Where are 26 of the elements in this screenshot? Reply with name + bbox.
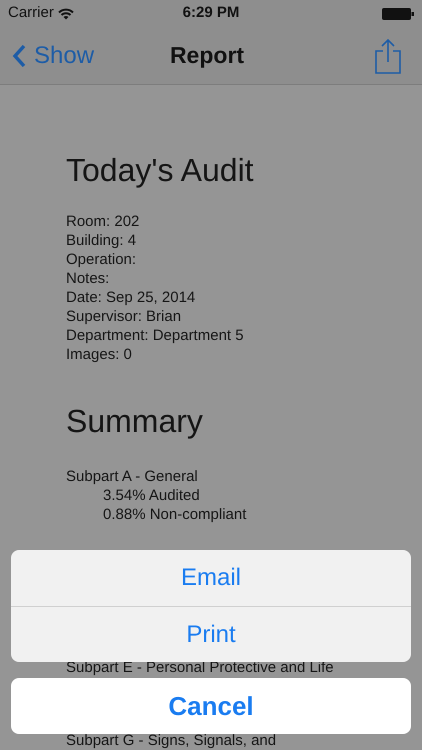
report-field: Notes: (66, 269, 406, 288)
wifi-icon (58, 8, 74, 20)
subpart-title: Subpart G - Signs, Signals, and (66, 733, 278, 749)
battery-icon (382, 8, 414, 20)
clock-time: 6:29 PM (182, 3, 240, 24)
screen-title: Report (170, 41, 244, 70)
subpart-stat: 3.54% Audited (102, 486, 201, 505)
subpart-stat: 0.88% Non-compliant (102, 505, 248, 524)
cancel-button[interactable]: Cancel (11, 678, 411, 734)
report-field: Operation: (66, 250, 406, 269)
document-heading: Today's Audit (66, 151, 255, 190)
share-icon (374, 38, 402, 74)
report-field: Date: Sep 25, 2014 (66, 288, 406, 307)
carrier-label: Carrier (8, 3, 54, 24)
action-sheet-option[interactable]: Email (11, 550, 411, 606)
subpart-title: Subpart A - General (66, 467, 199, 486)
report-field: Room: 202 (66, 212, 406, 231)
share-button[interactable] (374, 38, 402, 74)
report-field: Images: 0 (66, 345, 406, 364)
report-field: Supervisor: Brian (66, 307, 406, 326)
action-sheet-option[interactable]: Print (11, 606, 411, 662)
chevron-left-icon (12, 44, 26, 68)
summary-heading: Summary (66, 402, 204, 441)
report-field: Department: Department 5 (66, 326, 406, 345)
back-button[interactable]: Show (12, 38, 94, 74)
report-field: Building: 4 (66, 231, 406, 250)
